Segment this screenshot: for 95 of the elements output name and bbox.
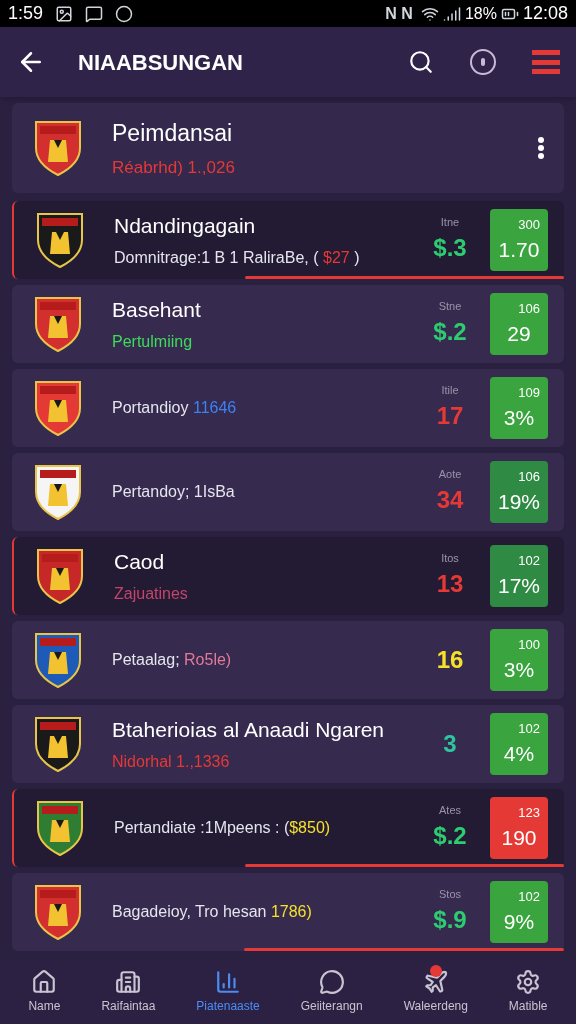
chat-icon — [318, 969, 345, 995]
stat-value: 3 — [443, 729, 457, 759]
tile-value: 3% — [503, 405, 535, 431]
circle-icon — [115, 4, 134, 23]
nav-tab[interactable]: Piatenaaste — [196, 969, 260, 1015]
tile-count: 100 — [518, 635, 541, 654]
tile-count: 109 — [518, 383, 541, 402]
stat-value: $.3 — [433, 233, 467, 264]
app-title: NIAABSUNGAN — [78, 48, 243, 77]
match-row[interactable]: Bagadeioy, Tro hesan 1786) Stos $.9 102 9% — [12, 873, 564, 951]
more-button[interactable] — [538, 137, 544, 159]
image-icon — [55, 4, 74, 23]
tile-count: 102 — [518, 719, 541, 738]
stat-value: 13 — [436, 569, 464, 600]
row-subtitle: Zajuatines — [114, 583, 189, 604]
stat-label: Itile — [441, 382, 459, 398]
building-icon — [115, 969, 142, 995]
bar-chart-icon — [215, 969, 242, 995]
row-title: Basehant — [112, 297, 202, 324]
match-row[interactable]: Pertandoy; 1IsBa Aote 34 106 19% — [12, 453, 564, 531]
nav-tab[interactable]: Waleerdeng — [403, 969, 468, 1015]
tile-value: 1.70 — [498, 237, 540, 263]
row-subtitle: Petaalag; Ro5le) — [112, 650, 233, 670]
match-row[interactable]: Portandioy 11646 Itile 17 109 3% — [12, 369, 564, 447]
search-icon — [408, 49, 434, 75]
row-title: Caod — [114, 549, 166, 576]
team-crest-icon — [32, 118, 84, 178]
row-subtitle: Bagadeioy, Tro hesan 1786) — [112, 902, 313, 922]
match-row[interactable]: Petaalag; Ro5le) 16 100 3% — [12, 621, 564, 699]
tile-value: 4% — [503, 741, 535, 767]
tile-count: 106 — [518, 467, 541, 486]
row-title: Btaherioias al Anaadi Ngaren — [112, 717, 385, 744]
nav-tab[interactable]: Name — [28, 969, 61, 1015]
stat-label: Ates — [439, 802, 461, 818]
plane-icon — [422, 969, 449, 995]
nav-tab[interactable]: Raifaintaa — [101, 969, 156, 1015]
status-clock: 12:08 — [522, 2, 568, 25]
tile-value: 17% — [498, 573, 540, 599]
stat-label: Aote — [438, 466, 462, 482]
tile-value: 9% — [503, 909, 535, 935]
match-row[interactable]: Caod Zajuatines Itos 13 102 17% — [12, 537, 564, 615]
stat-label: Itne — [440, 214, 460, 230]
team-crest-icon — [32, 714, 84, 774]
tile-count: 106 — [518, 299, 541, 318]
tile-count: 102 — [518, 887, 541, 906]
row-subtitle: Domnitrage:1 B 1 RaliraBe, ( $27 ) — [114, 247, 361, 268]
header-subtitle: Réabrhd) 1.,026 — [112, 156, 236, 179]
stat-value: $.2 — [433, 317, 467, 348]
more-icon — [538, 137, 544, 159]
team-crest-icon — [32, 378, 84, 438]
tile-count: 102 — [518, 551, 541, 570]
row-subtitle: Nidorhal 1.,1336 — [112, 751, 231, 772]
row-subtitle: Pertandiate :1Mpeens : ($850) — [114, 818, 332, 838]
stat-value: $.2 — [433, 821, 467, 852]
row-title: Ndandingagain — [114, 213, 257, 240]
tile-value: 19% — [498, 489, 540, 515]
status-time: 1:59 — [8, 2, 44, 25]
team-crest-icon — [34, 798, 86, 858]
message-icon — [85, 4, 104, 23]
match-row[interactable]: Ndandingagain Domnitrage:1 B 1 RaliraBe, ( $27 ) Itne $.3 300 1.70 — [12, 201, 564, 279]
stat-value: 17 — [436, 401, 464, 432]
network-indicator: N N — [385, 3, 413, 24]
stat-label: Stne — [438, 298, 462, 314]
profile-button[interactable] — [470, 49, 496, 75]
team-crest-icon — [34, 546, 86, 606]
match-row[interactable]: Btaherioias al Anaadi Ngaren Nidorhal 1.,1336 3 102 4% — [12, 705, 564, 783]
tile-value: 3% — [503, 657, 535, 683]
stat-value: 34 — [436, 485, 464, 516]
nav-tab[interactable]: Geiiterangn — [300, 969, 363, 1015]
stat-value: $.9 — [433, 905, 467, 936]
tile-count: 123 — [518, 803, 541, 822]
header-title: Peimdansai — [112, 119, 234, 148]
search-button[interactable] — [408, 49, 434, 75]
nav-tab[interactable]: Matible — [508, 969, 548, 1015]
stat-label: Stos — [439, 886, 461, 902]
team-crest-icon — [34, 210, 86, 270]
team-crest-icon — [32, 630, 84, 690]
battery-percent: 18% — [464, 3, 497, 24]
tile-count: 300 — [518, 215, 541, 234]
home-icon — [31, 969, 58, 995]
team-crest-icon — [32, 294, 84, 354]
tile-value: 29 — [507, 321, 531, 347]
menu-button[interactable] — [532, 50, 560, 74]
settings-icon — [515, 969, 542, 995]
tile-value: 190 — [501, 825, 537, 851]
signal-icon — [442, 4, 461, 23]
team-crest-icon — [32, 882, 84, 942]
match-row[interactable]: Basehant Pertulmiing Stne $.2 106 29 — [12, 285, 564, 363]
team-crest-icon — [32, 462, 84, 522]
row-subtitle: Pertulmiing — [112, 331, 194, 352]
stat-value: 16 — [436, 645, 464, 675]
match-row[interactable]: Pertandiate :1Mpeens : ($850) Ates $.2 123 190 — [12, 789, 564, 867]
row-subtitle: Pertandoy; 1IsBa — [112, 482, 236, 502]
stat-label: Itos — [441, 550, 459, 566]
row-subtitle: Portandioy 11646 — [112, 398, 238, 418]
